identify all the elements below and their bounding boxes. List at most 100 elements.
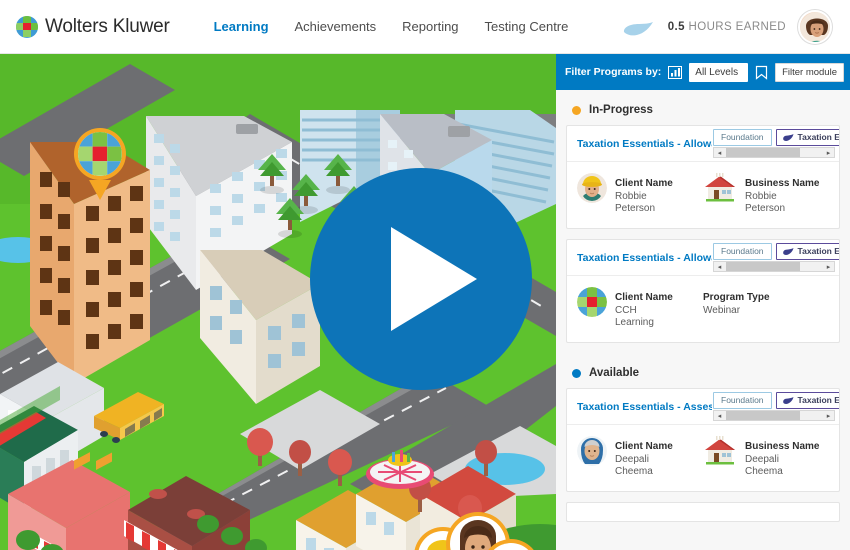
field-text: Business Name Robbie Peterson bbox=[745, 173, 819, 215]
card-header: Taxation Essentials - Assessab... Founda… bbox=[567, 389, 839, 425]
scroll-right-arrow[interactable]: ▸ bbox=[823, 148, 834, 157]
tag-scrollbar[interactable]: ◂ ▸ bbox=[713, 410, 835, 421]
field-value-line: CCH bbox=[615, 305, 637, 316]
field-value-line: Learning bbox=[615, 317, 654, 328]
main-nav: Learning Achievements Reporting Testing … bbox=[214, 15, 569, 38]
tag-foundation[interactable]: Foundation bbox=[713, 392, 772, 409]
hours-label: HOURS EARNED bbox=[688, 20, 786, 33]
program-card[interactable]: Taxation Essentials - Assessab... Founda… bbox=[566, 388, 840, 492]
card-body: Client Name Deepali Cheema Business Name… bbox=[567, 425, 839, 491]
filter-module-button[interactable]: Filter module bbox=[775, 62, 844, 82]
tag-label: Taxation Essentials bbox=[797, 246, 839, 256]
level-filter-input[interactable]: All Levels bbox=[689, 62, 749, 82]
field-label: Client Name bbox=[615, 178, 673, 189]
scrollbar-thumb[interactable] bbox=[726, 148, 800, 157]
tag-taxation-essentials[interactable]: Taxation Essentials bbox=[775, 243, 839, 260]
field-client-name: Client Name Deepali Cheema bbox=[577, 436, 703, 478]
program-title[interactable]: Taxation Essentials - Allowabl... bbox=[567, 252, 712, 264]
field-text: Program Type Webinar bbox=[703, 287, 770, 317]
section-title-available: Available bbox=[589, 367, 640, 379]
bookmark-icon[interactable] bbox=[755, 65, 768, 80]
field-business-name: Business Name Robbie Peterson bbox=[703, 173, 829, 215]
program-card[interactable]: Taxation Essentials - Allowabl... Founda… bbox=[566, 125, 840, 229]
leaf-tag-icon bbox=[782, 248, 794, 255]
brand[interactable]: Wolters Kluwer bbox=[16, 15, 170, 38]
section-header-available: Available bbox=[566, 353, 840, 388]
house-icon bbox=[703, 436, 737, 466]
field-label: Business Name bbox=[745, 178, 820, 189]
scroll-left-arrow[interactable]: ◂ bbox=[714, 411, 725, 420]
tag-scrollbar[interactable]: ◂ ▸ bbox=[713, 147, 835, 158]
field-label: Client Name bbox=[615, 441, 673, 452]
field-value: Robbie Peterson bbox=[615, 191, 673, 215]
tag-label: Taxation Essentials bbox=[797, 132, 839, 142]
play-triangle bbox=[391, 227, 477, 331]
field-value-line: Deepali bbox=[745, 454, 779, 465]
wolters-kluwer-globe-icon bbox=[577, 287, 607, 317]
header-right: 0.5 HOURS EARNED bbox=[622, 9, 832, 44]
field-value: CCH Learning bbox=[615, 305, 673, 329]
field-text: Client Name Deepali Cheema bbox=[615, 436, 673, 478]
field-value: Webinar bbox=[703, 305, 770, 317]
scrollbar-thumb[interactable] bbox=[726, 411, 800, 420]
field-text: Client Name CCH Learning bbox=[615, 287, 673, 329]
bar-chart-icon[interactable] bbox=[668, 65, 683, 79]
nav-item-learning[interactable]: Learning bbox=[214, 15, 269, 38]
tag-foundation[interactable]: Foundation bbox=[713, 243, 772, 260]
top-header: Wolters Kluwer Learning Achievements Rep… bbox=[0, 0, 850, 54]
field-client-name: Client Name Robbie Peterson bbox=[577, 173, 703, 215]
wolters-kluwer-globe-icon bbox=[16, 15, 38, 38]
field-business-name: Business Name Deepali Cheema bbox=[703, 436, 829, 478]
scroll-right-arrow[interactable]: ▸ bbox=[823, 262, 834, 271]
field-value: Robbie Peterson bbox=[745, 191, 819, 215]
filter-label: Filter Programs by: bbox=[565, 66, 662, 78]
tag-strip[interactable]: Foundation Taxation Essentials ◂ bbox=[713, 389, 839, 424]
tag-label: Taxation Essentials bbox=[797, 395, 839, 405]
leaf-icon bbox=[623, 21, 653, 35]
person-headscarf-avatar-icon bbox=[577, 436, 607, 466]
person-hardhat-avatar-icon bbox=[577, 173, 607, 203]
nav-item-achievements[interactable]: Achievements bbox=[295, 15, 377, 38]
field-value: Deepali Cheema bbox=[745, 454, 819, 478]
tag-taxation-essentials[interactable]: Taxation Essentials bbox=[775, 129, 839, 146]
field-value-line: Peterson bbox=[745, 203, 786, 214]
card-header: Taxation Essentials - Allowabl... Founda… bbox=[567, 126, 839, 162]
programs-list[interactable]: In-Progress Taxation Essentials - Allowa… bbox=[556, 90, 850, 550]
field-value-line: Robbie bbox=[615, 191, 647, 202]
play-button-icon[interactable] bbox=[310, 168, 532, 390]
card-header: Taxation Essentials - Allowabl... Founda… bbox=[567, 240, 839, 276]
field-value-line: Cheema bbox=[615, 466, 653, 477]
tag-strip[interactable]: Foundation Taxation Essentials ◂ bbox=[713, 126, 839, 161]
tag-scrollbar[interactable]: ◂ ▸ bbox=[713, 261, 835, 272]
section-header-in-progress: In-Progress bbox=[566, 90, 840, 125]
hours-value: 0.5 bbox=[667, 20, 685, 33]
program-title[interactable]: Taxation Essentials - Allowabl... bbox=[567, 138, 712, 150]
scrollbar-thumb[interactable] bbox=[726, 262, 800, 271]
card-body: Client Name Robbie Peterson Business Nam… bbox=[567, 162, 839, 228]
field-value-line: Deepali bbox=[615, 454, 649, 465]
tag-taxation-essentials[interactable]: Taxation Essentials bbox=[775, 392, 839, 409]
leaf-tag-icon bbox=[782, 397, 794, 404]
program-title[interactable]: Taxation Essentials - Assessab... bbox=[567, 401, 712, 413]
status-dot-in-progress bbox=[572, 105, 581, 115]
filter-bar: Filter Programs by: All Levels Filter mo… bbox=[556, 54, 850, 90]
tag-strip[interactable]: Foundation Taxation Essentials ◂ bbox=[713, 240, 839, 275]
nav-item-reporting[interactable]: Reporting bbox=[402, 15, 458, 38]
video-map-stage[interactable] bbox=[0, 54, 556, 550]
scroll-right-arrow[interactable]: ▸ bbox=[823, 411, 834, 420]
scroll-left-arrow[interactable]: ◂ bbox=[714, 262, 725, 271]
field-value-line: Cheema bbox=[745, 466, 783, 477]
nav-item-testing-centre[interactable]: Testing Centre bbox=[485, 15, 569, 38]
status-dot-available bbox=[572, 368, 581, 378]
program-card-partial[interactable] bbox=[566, 502, 840, 522]
field-text: Client Name Robbie Peterson bbox=[615, 173, 673, 215]
field-value-line: Webinar bbox=[703, 305, 741, 316]
field-program-type: Program Type Webinar bbox=[703, 287, 829, 329]
scroll-left-arrow[interactable]: ◂ bbox=[714, 148, 725, 157]
avatar[interactable] bbox=[798, 9, 832, 44]
field-label: Program Type bbox=[703, 292, 770, 303]
tag-foundation[interactable]: Foundation bbox=[713, 129, 772, 146]
program-card[interactable]: Taxation Essentials - Allowabl... Founda… bbox=[566, 239, 840, 343]
field-text: Business Name Deepali Cheema bbox=[745, 436, 819, 478]
field-label: Client Name bbox=[615, 292, 673, 303]
